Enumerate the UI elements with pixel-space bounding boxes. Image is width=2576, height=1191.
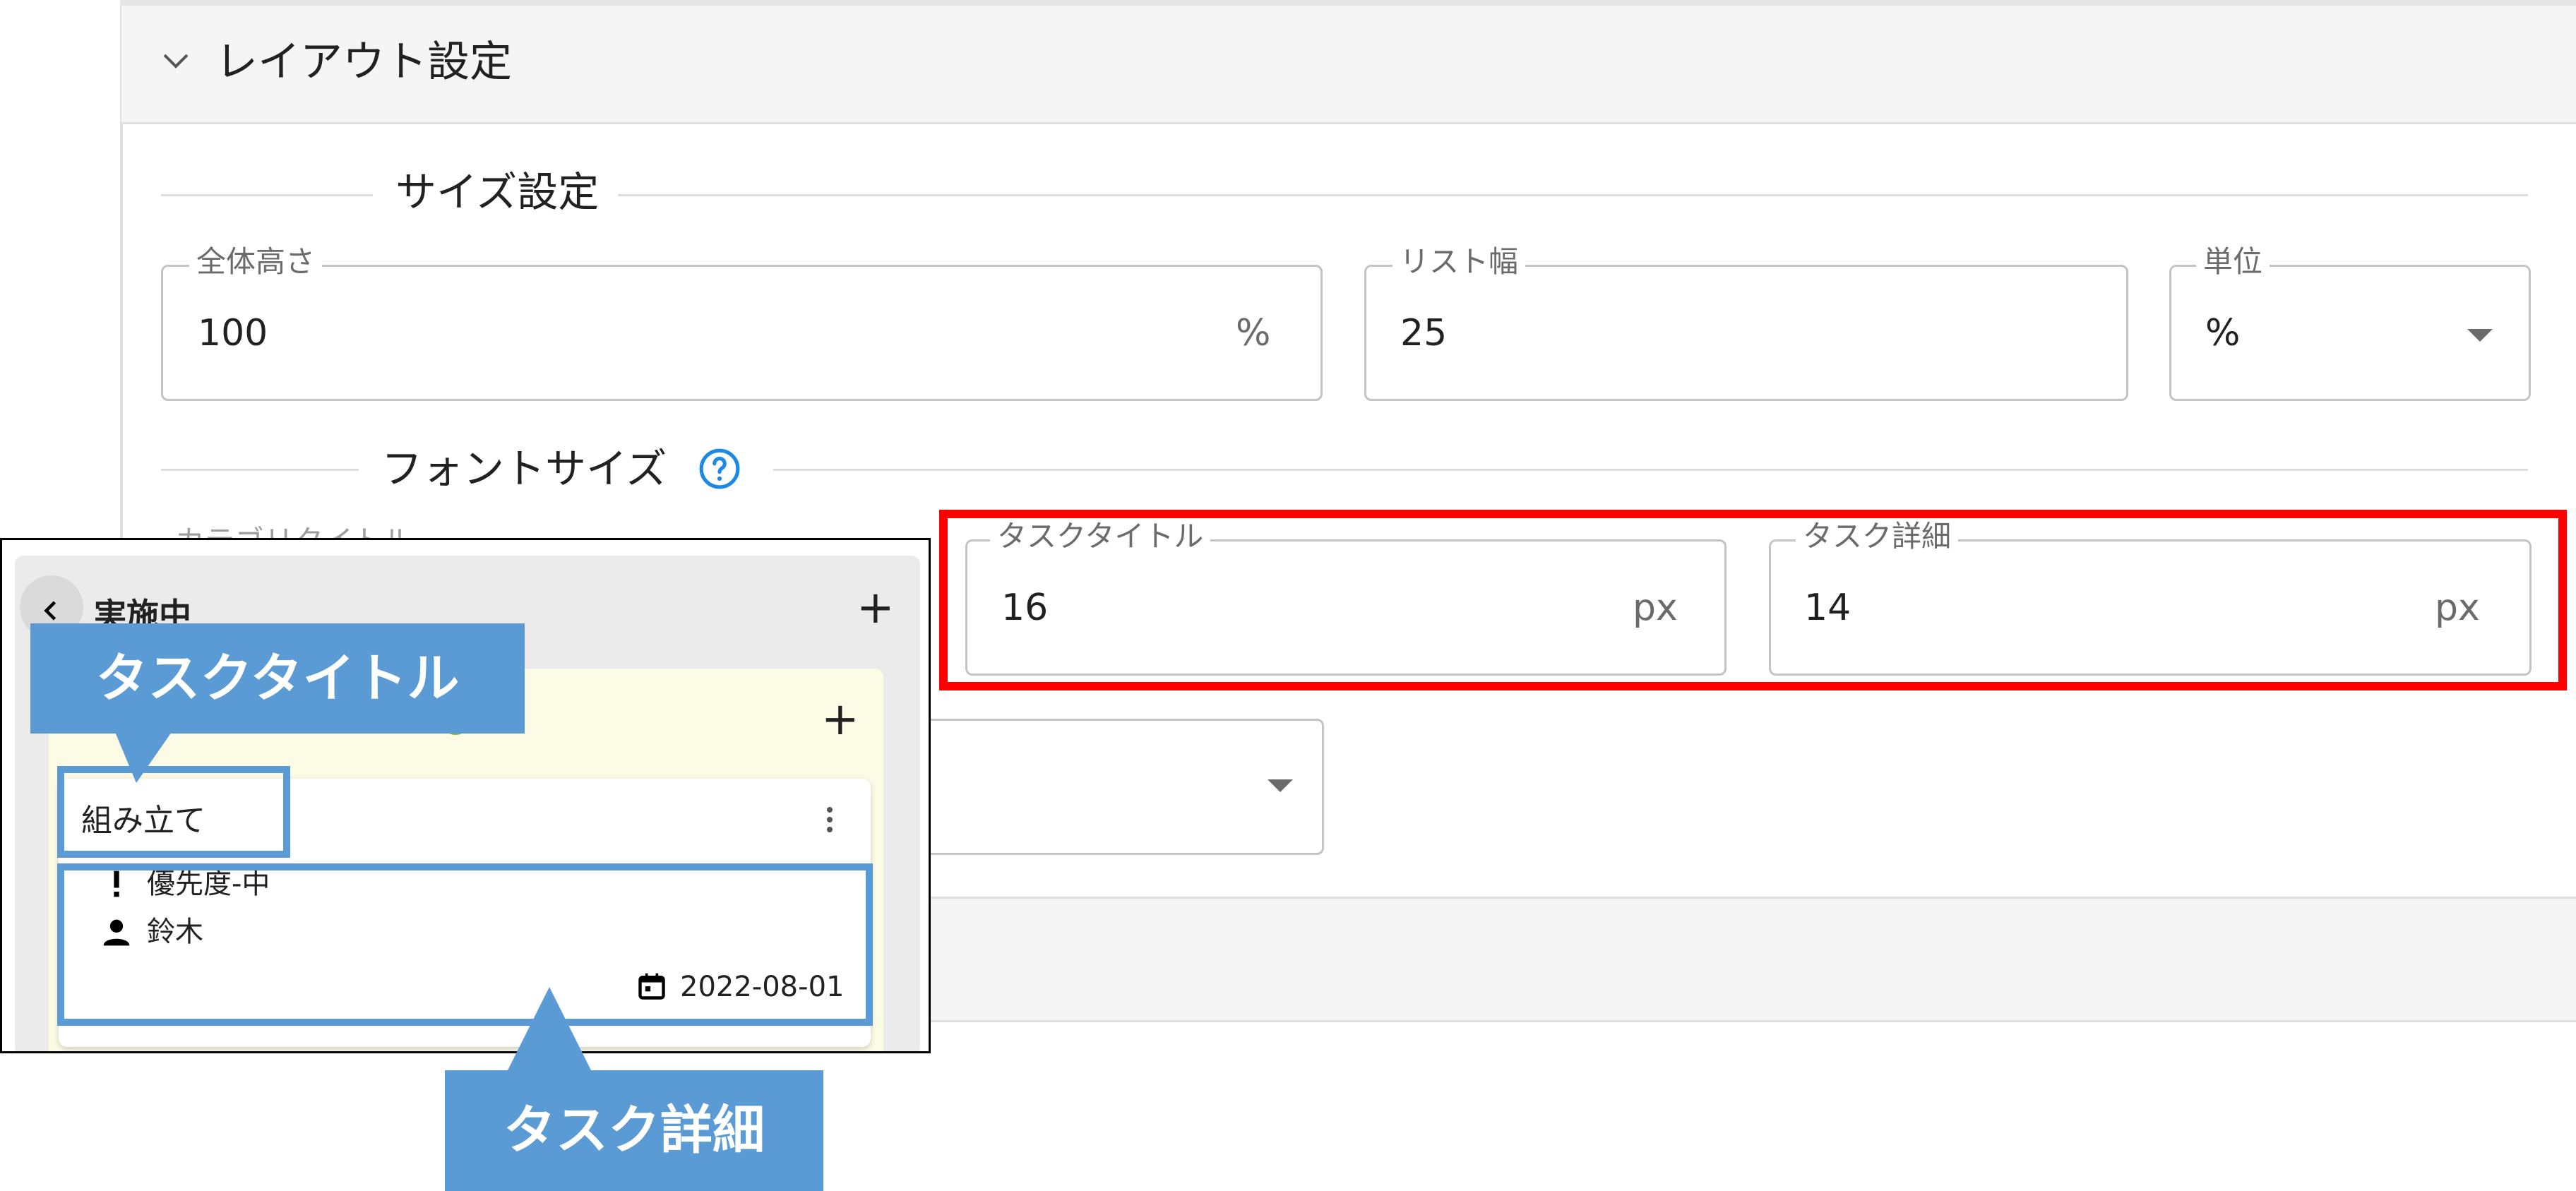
section-divider bbox=[773, 469, 2528, 471]
dropdown-caret-icon[interactable] bbox=[2467, 329, 2493, 342]
kanban-preview: 実施中 + + 組み立て 優先度-中 鈴木 2022-08-01 タスクタイトル bbox=[0, 538, 931, 1053]
section-divider bbox=[161, 194, 373, 196]
task-detail-highlight bbox=[57, 863, 873, 1026]
list-width-field-value[interactable]: 25 bbox=[1400, 311, 1447, 356]
back-icon bbox=[44, 601, 56, 621]
panel-top-border bbox=[120, 0, 2576, 6]
unit-select-label: 単位 bbox=[2196, 244, 2270, 280]
plus-icon[interactable]: + bbox=[821, 697, 859, 742]
height-field-label: 全体高さ bbox=[189, 244, 323, 280]
section-divider bbox=[618, 194, 2528, 196]
help-circle-icon[interactable] bbox=[698, 447, 741, 491]
font-section-heading: フォントサイズ bbox=[381, 443, 667, 494]
unit-select-value: % bbox=[2205, 312, 2241, 354]
highlight-frame bbox=[939, 510, 2567, 690]
size-section-heading: サイズ設定 bbox=[395, 167, 600, 217]
chevron-down-icon[interactable] bbox=[159, 44, 193, 78]
height-field[interactable] bbox=[161, 265, 1323, 401]
accordion-title: レイアウト設定 bbox=[215, 37, 512, 87]
callout-pointer bbox=[507, 987, 592, 1072]
dropdown-caret-icon[interactable] bbox=[1268, 779, 1293, 792]
callout-pointer bbox=[115, 732, 172, 783]
section-divider bbox=[161, 469, 359, 471]
plus-icon[interactable]: + bbox=[857, 585, 895, 630]
height-unit: % bbox=[1236, 312, 1271, 354]
task-detail-callout: タスク詳細 bbox=[445, 1070, 823, 1191]
kebab-menu-icon[interactable] bbox=[821, 803, 838, 837]
task-title-callout: タスクタイトル bbox=[30, 623, 525, 734]
height-field-value[interactable]: 100 bbox=[198, 311, 268, 356]
list-width-field[interactable] bbox=[1364, 265, 2128, 401]
list-width-field-label: リスト幅 bbox=[1393, 244, 1526, 280]
